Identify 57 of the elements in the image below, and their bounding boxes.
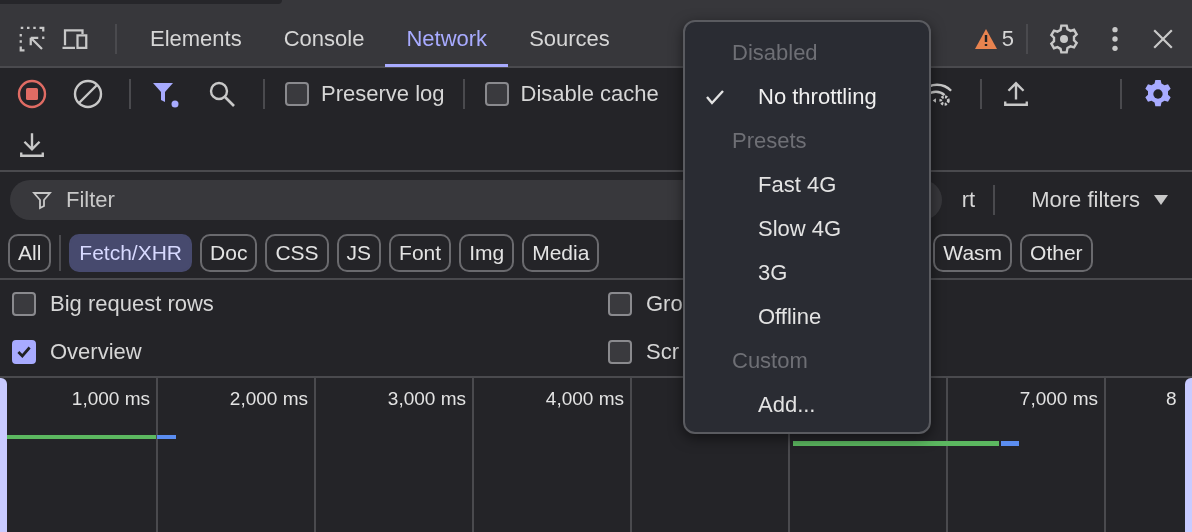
time-tick-label: 8 <box>1166 388 1177 410</box>
type-filter-chip[interactable]: Fetch/XHR <box>69 234 193 272</box>
panel-tab[interactable]: Network <box>385 13 509 67</box>
filter-option-label[interactable]: rt <box>961 187 976 213</box>
menu-item[interactable]: Add... <box>685 383 929 427</box>
checkbox[interactable] <box>12 340 36 364</box>
time-tick-label: 3,000 ms <box>387 388 466 410</box>
checkbox-label[interactable]: Disable cache <box>520 81 659 107</box>
search-icon[interactable] <box>207 79 237 109</box>
checkbox-label[interactable]: Preserve log <box>321 81 445 107</box>
menu-item[interactable]: 3G <box>685 251 929 295</box>
filter-icon <box>32 190 52 210</box>
record-button-icon[interactable] <box>17 79 47 109</box>
type-filter-chip[interactable]: Doc <box>200 234 258 272</box>
checkbox[interactable] <box>608 292 632 316</box>
close-icon[interactable] <box>1152 28 1174 50</box>
type-filter-chip[interactable]: All <box>8 234 52 272</box>
checkbox[interactable] <box>285 82 309 106</box>
menu-item[interactable]: No throttling <box>685 75 929 119</box>
more-options-icon[interactable] <box>1110 25 1120 53</box>
menu-section-header: Disabled <box>731 39 819 67</box>
checkbox[interactable] <box>484 82 509 106</box>
time-tick-label: 4,000 ms <box>545 388 624 410</box>
panel-tab[interactable]: Console <box>262 13 386 67</box>
panel-tab[interactable]: Sources <box>508 13 631 67</box>
warning-icon <box>973 28 998 50</box>
type-filter-chip[interactable]: Wasm <box>933 234 1013 272</box>
menu-section-header: Presets <box>731 127 808 155</box>
range-handle[interactable] <box>0 378 7 532</box>
checkbox[interactable] <box>608 340 632 364</box>
time-tick-label: 7,000 ms <box>1019 388 1098 410</box>
checkbox-label[interactable]: Big request rows <box>50 291 214 317</box>
range-handle[interactable] <box>1185 378 1192 532</box>
type-filter-chip[interactable]: Other <box>1020 234 1093 272</box>
checkbox[interactable] <box>12 292 36 316</box>
type-filter-chip[interactable]: Media <box>522 234 600 272</box>
type-filter-chip[interactable]: JS <box>336 234 382 272</box>
type-filter-chip[interactable]: Font <box>389 234 452 272</box>
inspect-icon[interactable] <box>17 24 47 54</box>
type-filter-chip[interactable]: CSS <box>265 234 329 272</box>
panel-tab[interactable]: Elements <box>129 13 263 67</box>
upload-icon[interactable] <box>1002 80 1030 108</box>
checkbox-label[interactable]: Gro <box>646 291 683 317</box>
settings-icon[interactable] <box>1048 23 1080 55</box>
clear-icon[interactable] <box>73 79 103 109</box>
more-filters-dropdown[interactable]: More filters <box>1011 187 1178 213</box>
time-tick-label: 1,000 ms <box>71 388 150 410</box>
menu-section-header: Custom <box>731 347 809 375</box>
time-tick-label: 2,000 ms <box>229 388 308 410</box>
checkbox-label[interactable]: Overview <box>50 339 142 365</box>
download-icon[interactable] <box>18 131 46 159</box>
caret-icon <box>1154 195 1168 205</box>
menu-item[interactable]: Offline <box>685 295 929 339</box>
issue-count[interactable]: 5 <box>1001 26 1014 52</box>
type-filter-chip[interactable]: Img <box>459 234 515 272</box>
checkmark-icon <box>705 89 725 105</box>
checkbox-label[interactable]: Scr <box>646 339 679 365</box>
